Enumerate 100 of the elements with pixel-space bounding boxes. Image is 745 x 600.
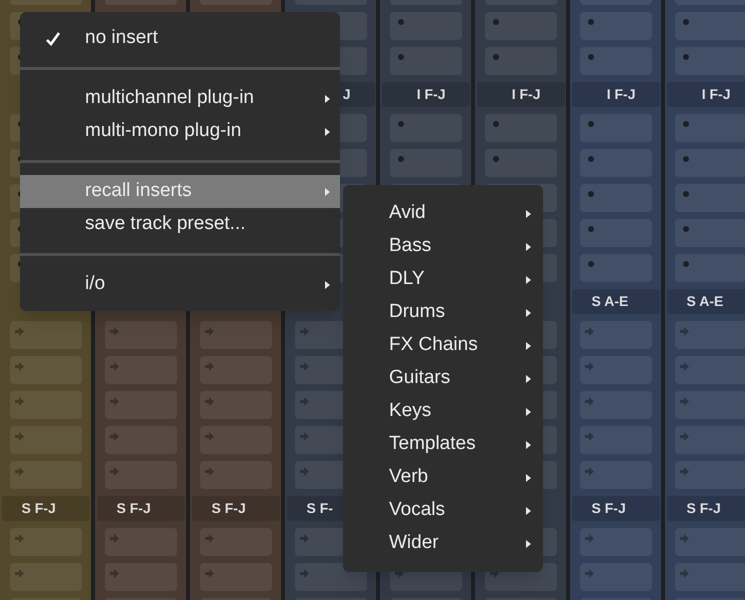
section-label: S F-J xyxy=(22,499,56,518)
send-slot[interactable] xyxy=(10,321,82,349)
insert-slot[interactable] xyxy=(580,12,652,40)
dot-icon xyxy=(492,54,498,60)
send-slot[interactable] xyxy=(104,426,176,454)
send-slot[interactable] xyxy=(580,426,652,454)
insert-slot[interactable] xyxy=(674,149,745,177)
insert-slot[interactable] xyxy=(484,149,556,177)
insert-slot[interactable] xyxy=(580,184,652,212)
send-slot[interactable] xyxy=(200,528,272,556)
send-slot[interactable] xyxy=(674,321,745,349)
insert-slot[interactable] xyxy=(580,219,652,247)
submenu-item[interactable]: Vocals xyxy=(343,494,543,527)
menu-item[interactable]: multi-mono plug-in xyxy=(20,115,340,148)
insert-slot[interactable] xyxy=(484,114,556,142)
insert-slot[interactable] xyxy=(674,12,745,40)
send-slot[interactable] xyxy=(200,426,272,454)
submenu-arrow-icon xyxy=(325,188,330,196)
arrow-icon xyxy=(204,432,214,441)
menu-item[interactable]: save track preset... xyxy=(20,208,340,241)
send-slot[interactable] xyxy=(580,528,652,556)
send-slot[interactable] xyxy=(674,461,745,489)
send-slot[interactable] xyxy=(674,391,745,419)
submenu-arrow-icon xyxy=(526,308,531,316)
send-slot[interactable] xyxy=(580,391,652,419)
send-slot[interactable] xyxy=(674,356,745,384)
send-slot[interactable] xyxy=(10,563,82,591)
send-slot[interactable] xyxy=(200,461,272,489)
arrow-icon xyxy=(110,569,118,578)
send-slot[interactable] xyxy=(674,563,745,591)
send-slot[interactable] xyxy=(200,321,272,349)
insert-slot[interactable] xyxy=(390,149,462,177)
send-slot[interactable] xyxy=(10,426,82,454)
send-slot[interactable] xyxy=(200,563,272,591)
submenu-item[interactable]: Drums xyxy=(343,296,543,329)
menu-item[interactable]: recall inserts xyxy=(20,175,340,208)
insert-slot[interactable] xyxy=(674,184,745,212)
insert-slot[interactable] xyxy=(580,149,652,177)
send-slot[interactable] xyxy=(10,391,82,419)
submenu-item[interactable]: Verb xyxy=(343,461,543,494)
arrow-icon xyxy=(680,327,688,336)
submenu-arrow-icon xyxy=(526,374,531,382)
dot-icon xyxy=(682,19,688,25)
insert-slot[interactable] xyxy=(390,12,462,40)
dot-icon xyxy=(588,156,594,162)
arrow-icon xyxy=(680,432,688,441)
insert-slot[interactable] xyxy=(484,47,556,75)
send-slot[interactable] xyxy=(10,356,82,384)
arrow-icon xyxy=(204,327,214,336)
send-slot[interactable] xyxy=(104,563,176,591)
submenu-item[interactable]: Guitars xyxy=(343,362,543,395)
submenu-item[interactable]: FX Chains xyxy=(343,329,543,362)
insert-slot[interactable] xyxy=(484,12,556,40)
insert-slot[interactable] xyxy=(580,114,652,142)
send-slot[interactable] xyxy=(104,356,176,384)
submenu-item[interactable]: Templates xyxy=(343,428,543,461)
insert-slot[interactable] xyxy=(674,114,745,142)
send-slot[interactable] xyxy=(200,391,272,419)
arrow-icon xyxy=(14,362,24,371)
dot-icon xyxy=(682,121,688,127)
arrow-icon xyxy=(300,397,308,406)
section-label: S F-J xyxy=(212,499,246,518)
insert-slot[interactable] xyxy=(580,254,652,282)
submenu-item[interactable]: Keys xyxy=(343,395,543,428)
send-slot[interactable] xyxy=(10,528,82,556)
menu-item[interactable]: multichannel plug-in xyxy=(20,82,340,115)
menu-item[interactable]: no insert xyxy=(20,22,340,55)
send-slot[interactable] xyxy=(104,391,176,419)
submenu-item[interactable]: Avid xyxy=(343,197,543,230)
send-slot[interactable] xyxy=(104,321,176,349)
arrow-icon xyxy=(110,327,118,336)
insert-slot[interactable] xyxy=(674,219,745,247)
send-slot[interactable] xyxy=(674,426,745,454)
send-slot[interactable] xyxy=(294,563,366,591)
insert-slot[interactable] xyxy=(390,114,462,142)
section-label: J xyxy=(342,85,350,104)
send-slot[interactable] xyxy=(674,528,745,556)
send-slot[interactable] xyxy=(580,321,652,349)
arrow-icon xyxy=(204,362,214,371)
submenu-item[interactable]: DLY xyxy=(343,263,543,296)
send-slot[interactable] xyxy=(200,356,272,384)
menu-item[interactable]: i/o xyxy=(20,268,340,301)
arrow-icon xyxy=(14,397,24,406)
submenu-item[interactable]: Wider xyxy=(343,527,543,560)
send-slot[interactable] xyxy=(104,528,176,556)
insert-slot[interactable] xyxy=(674,254,745,282)
send-slot[interactable] xyxy=(104,461,176,489)
send-slot[interactable] xyxy=(580,563,652,591)
dot-icon xyxy=(682,261,688,267)
insert-slot[interactable] xyxy=(390,47,462,75)
dot-icon xyxy=(398,121,404,127)
insert-slot[interactable] xyxy=(674,47,745,75)
section-label: I F-J xyxy=(512,85,540,104)
send-slot[interactable] xyxy=(580,356,652,384)
send-slot[interactable] xyxy=(580,461,652,489)
submenu-item[interactable]: Bass xyxy=(343,230,543,263)
arrow-icon xyxy=(584,432,594,441)
arrow-icon xyxy=(680,467,688,476)
insert-slot[interactable] xyxy=(580,47,652,75)
send-slot[interactable] xyxy=(10,461,82,489)
